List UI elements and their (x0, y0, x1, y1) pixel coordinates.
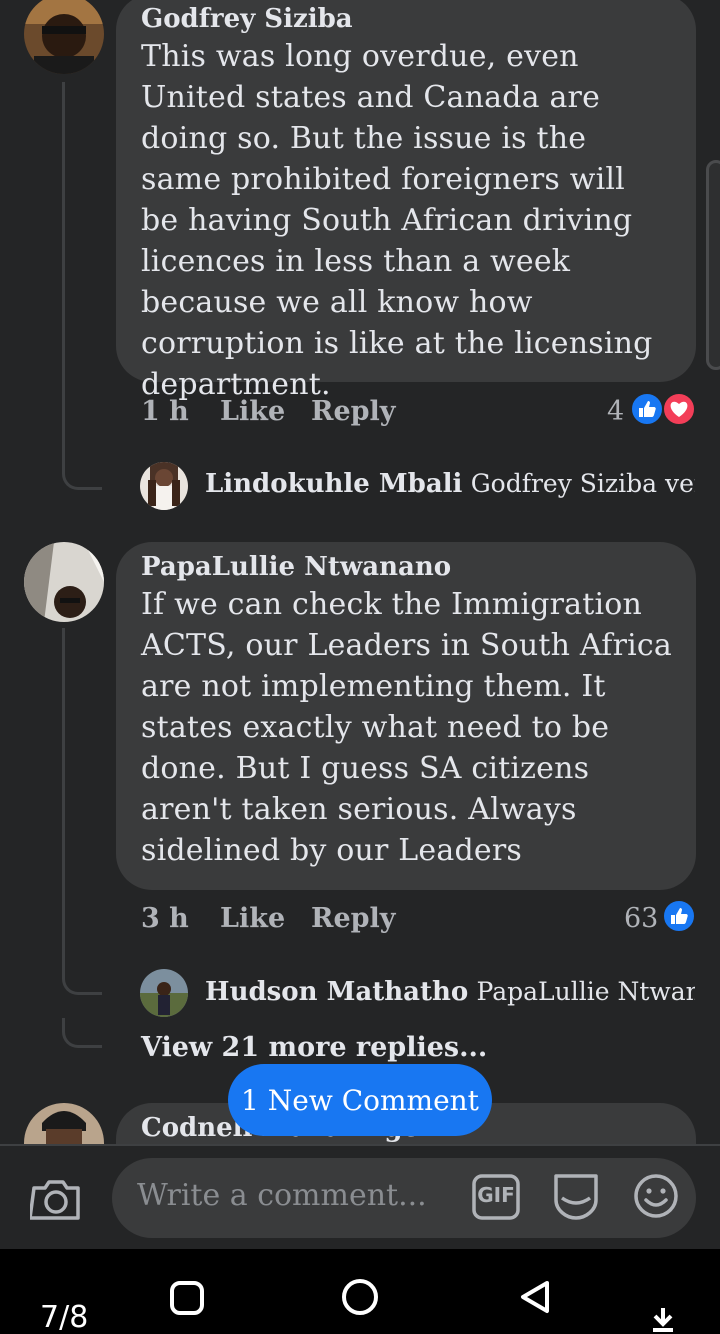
thread-connector (62, 460, 102, 490)
comment-input[interactable]: Write a comment... (112, 1158, 696, 1238)
reaction-count[interactable]: 4 (607, 396, 624, 427)
like-icon (630, 392, 664, 426)
like-icon (662, 899, 696, 933)
reply-preview[interactable]: Lindokuhle Mbali Godfrey Siziba very tr.… (205, 469, 695, 499)
download-icon[interactable] (650, 1306, 676, 1334)
like-button[interactable]: Like (220, 903, 285, 934)
emoji-icon[interactable] (633, 1173, 679, 1219)
home-icon[interactable] (341, 1278, 379, 1316)
page-indicator: 7/8 (40, 1300, 89, 1334)
comment-time: 3 h (141, 903, 189, 934)
recents-icon[interactable] (169, 1280, 205, 1316)
comment-time: 1 h (141, 396, 189, 427)
reply-button[interactable]: Reply (311, 903, 395, 934)
reply-snippet: PapaLullie Ntwanan... (476, 977, 696, 1006)
reply-button[interactable]: Reply (311, 396, 395, 427)
avatar[interactable] (24, 1103, 104, 1144)
reply-author[interactable]: Hudson Mathatho (205, 977, 468, 1007)
like-button[interactable]: Like (220, 396, 285, 427)
reaction-count[interactable]: 63 (624, 903, 658, 934)
view-more-replies-link[interactable]: View 21 more replies... (141, 1032, 487, 1063)
back-icon[interactable] (517, 1279, 553, 1315)
new-comment-button[interactable]: 1 New Comment (228, 1064, 492, 1136)
thread-connector (62, 1018, 102, 1048)
avatar[interactable] (24, 0, 104, 74)
thread-line (62, 82, 65, 460)
avatar[interactable] (24, 542, 104, 622)
gif-label: GIF (477, 1183, 515, 1207)
comment-bubble[interactable]: Godfrey Siziba This was long overdue, ev… (116, 0, 696, 402)
comment-text: This was long overdue, even United state… (141, 39, 653, 402)
comment-author[interactable]: PapaLullie Ntwanano (141, 550, 672, 584)
avatar[interactable] (140, 462, 188, 510)
comment-bubble[interactable]: PapaLullie Ntwanano If we can check the … (116, 542, 696, 890)
comment-input-placeholder: Write a comment... (137, 1178, 427, 1213)
love-icon (662, 392, 696, 426)
gif-button[interactable]: GIF (472, 1174, 520, 1220)
thread-line (62, 628, 65, 968)
sticker-icon[interactable] (552, 1172, 600, 1222)
camera-icon[interactable] (28, 1174, 82, 1224)
reply-snippet: Godfrey Siziba very tr... (470, 469, 695, 498)
reply-author[interactable]: Lindokuhle Mbali (205, 469, 462, 499)
avatar[interactable] (140, 969, 188, 1017)
reply-preview[interactable]: Hudson Mathatho PapaLullie Ntwanan... (205, 977, 695, 1007)
edge-scroll-tab[interactable] (706, 160, 720, 370)
thread-connector (62, 965, 102, 995)
comment-author[interactable]: Godfrey Siziba (141, 2, 672, 36)
comment-text: If we can check the Immigration ACTS, ou… (141, 587, 672, 868)
